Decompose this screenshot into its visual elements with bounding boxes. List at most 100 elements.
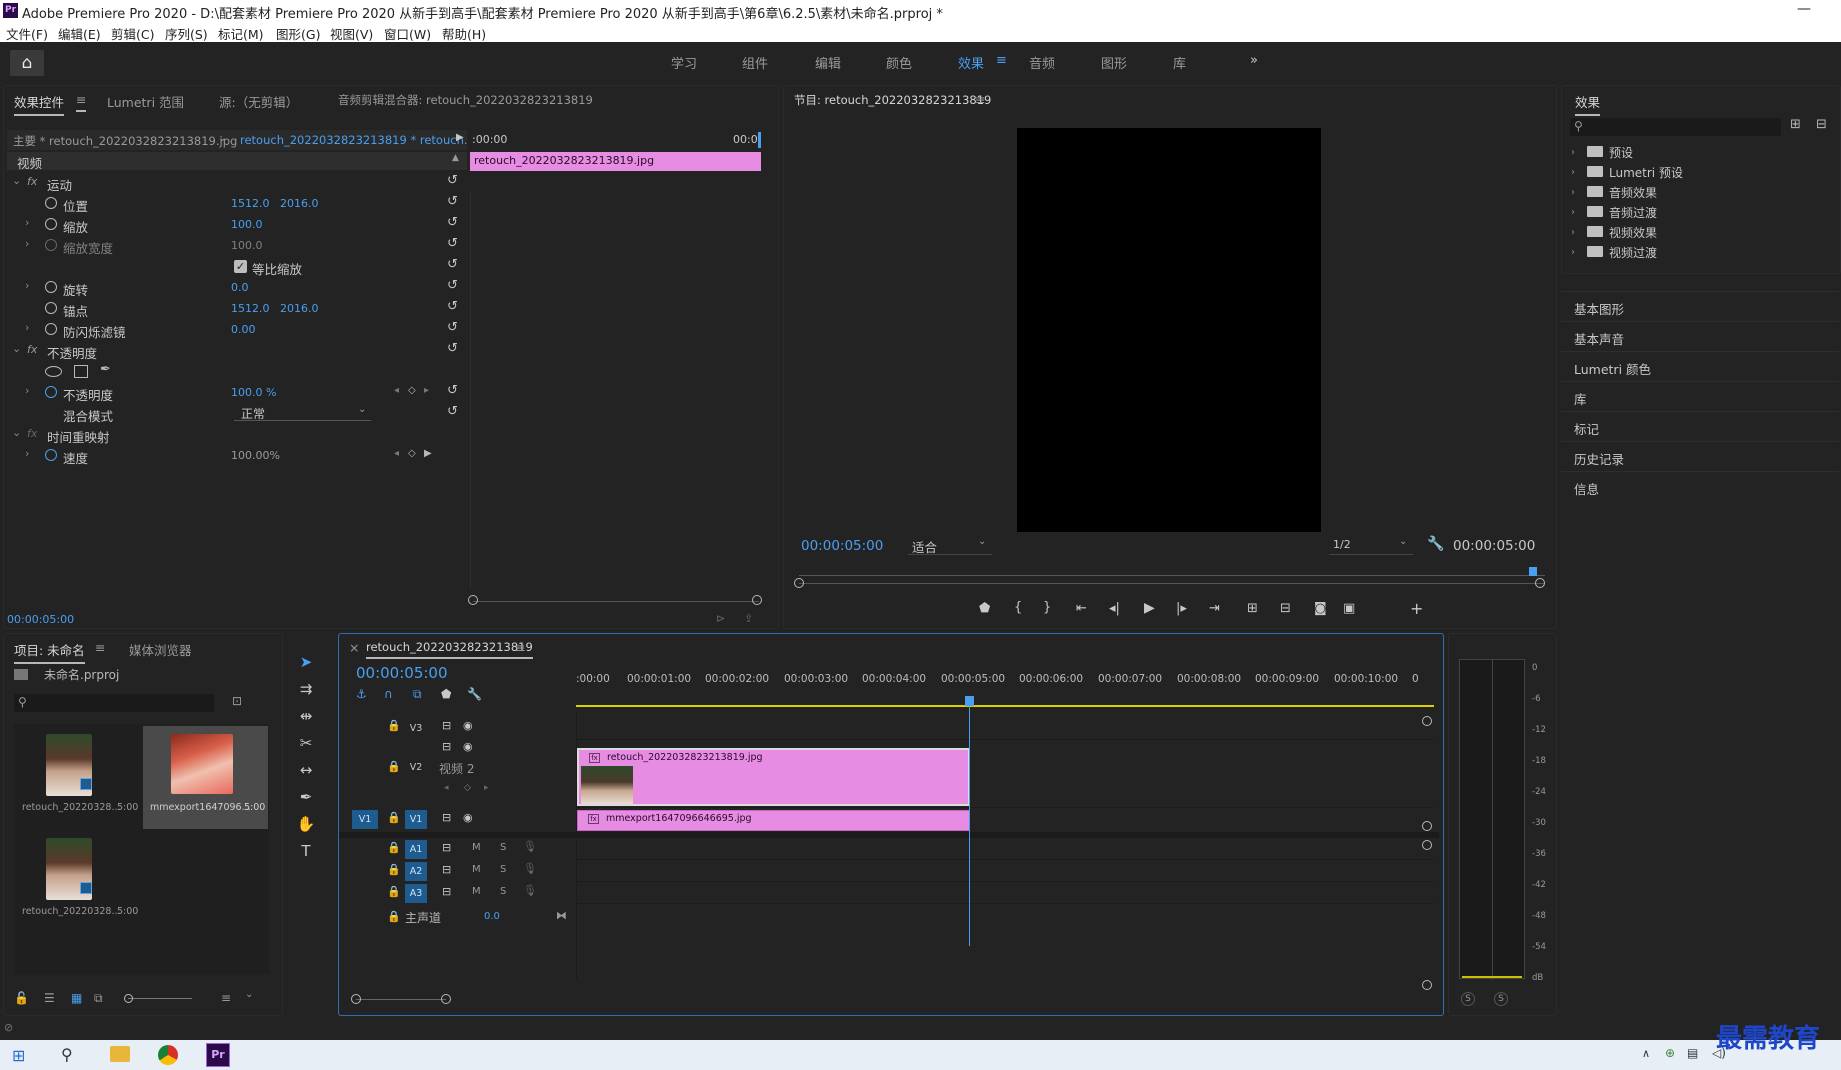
prev-keyframe-icon[interactable]: ◂ [394, 448, 399, 459]
add-marker-icon[interactable]: ⬟ [979, 601, 990, 616]
new-bin-icon[interactable]: ⊡ [232, 694, 242, 708]
section-essential-graphics[interactable]: 基本图形 [1561, 291, 1839, 318]
ec-current-time[interactable]: 00:00:05:00 [7, 613, 74, 626]
go-to-in-icon[interactable]: ⇤ [1076, 601, 1087, 616]
timeline-title[interactable]: retouch_2022032823213819 [366, 640, 533, 659]
add-keyframe-icon[interactable]: ◇ [408, 448, 416, 459]
lock-icon[interactable]: 🔒 [387, 811, 401, 824]
section-info[interactable]: 信息 [1561, 471, 1839, 498]
pen-mask-icon[interactable]: ✒ [100, 362, 111, 377]
sync-lock-icon[interactable]: ⊟ [442, 811, 451, 824]
effects-item-lumetri-presets[interactable]: Lumetri 预设 [1609, 164, 1683, 181]
workspace-editing[interactable]: 编辑 [815, 53, 841, 72]
lock-icon[interactable]: 🔒 [387, 863, 401, 876]
ec-zoom-scrollbar[interactable] [473, 601, 759, 602]
ec-export-icon[interactable]: ⇪ [744, 612, 753, 625]
razor-tool-icon[interactable]: ✂ [292, 732, 320, 754]
lock-icon[interactable]: 🔓 [14, 991, 29, 1005]
nest-icon[interactable]: ⚓ [356, 687, 367, 701]
timeline-playhead[interactable] [965, 696, 974, 706]
hand-tool-icon[interactable]: ✋ [292, 813, 320, 835]
effects-item-video-transitions[interactable]: 视频过渡 [1609, 244, 1657, 261]
chevron-right-icon[interactable]: › [25, 384, 29, 397]
solo-left-button[interactable]: S [1461, 992, 1475, 1006]
pen-tool-icon[interactable]: ✒ [292, 786, 320, 808]
blend-mode-dropdown[interactable]: 正常 ⌄ [234, 404, 371, 421]
track-a3-label[interactable]: A3 [405, 884, 427, 903]
menu-clip[interactable]: 剪辑(C) [111, 24, 154, 43]
reset-icon[interactable]: ↺ [447, 194, 458, 209]
sync-lock-icon[interactable]: ⊟ [442, 740, 451, 753]
timeline-timecode[interactable]: 00:00:05:00 [356, 664, 448, 682]
next-keyframe-icon[interactable]: ▸ [424, 385, 429, 396]
stopwatch-icon[interactable] [45, 218, 57, 230]
effects-panel-title[interactable]: 效果 [1575, 92, 1601, 116]
workspace-learn[interactable]: 学习 [671, 53, 697, 72]
v1-source-patch[interactable]: V1 [352, 810, 378, 829]
lock-icon[interactable]: 🔒 [387, 910, 401, 923]
reset-icon[interactable]: ↺ [447, 299, 458, 314]
workspace-assembly[interactable]: 组件 [742, 53, 768, 72]
workspace-audio[interactable]: 音频 [1029, 53, 1055, 72]
new-bin-icon[interactable]: ⊞ [1790, 117, 1801, 132]
chevron-right-icon[interactable]: › [1571, 187, 1575, 198]
tab-media-browser[interactable]: 媒体浏览器 [129, 640, 192, 659]
program-zoom-handle-left[interactable] [794, 578, 804, 588]
tab-lumetri-scopes[interactable]: Lumetri 范围 [107, 92, 184, 111]
slider-handle[interactable] [124, 994, 133, 1003]
workspace-menu-icon[interactable]: ≡ [996, 53, 1007, 68]
section-history[interactable]: 历史记录 [1561, 441, 1839, 468]
wrench-icon[interactable]: 🔧 [467, 687, 482, 701]
workspace-libraries[interactable]: 库 [1173, 53, 1186, 72]
menu-file[interactable]: 文件(F) [6, 24, 48, 43]
uniform-scale-checkbox[interactable]: ✓ [234, 260, 247, 273]
timeline-zoom-scrollbar[interactable] [356, 999, 446, 1000]
track-v3-label[interactable]: V3 [405, 719, 427, 738]
stopwatch-icon[interactable] [45, 302, 57, 314]
mark-out-icon[interactable]: } [1043, 600, 1051, 615]
project-item[interactable]: retouch_20220328... 5:00 [16, 726, 141, 829]
mark-in-icon[interactable]: { [1014, 600, 1022, 615]
effects-item-video-effects[interactable]: 视频效果 [1609, 224, 1657, 241]
menu-help[interactable]: 帮助(H) [442, 24, 486, 43]
resolution-dropdown[interactable]: 1/2 ⌄ [1329, 536, 1413, 555]
chevron-right-icon[interactable]: › [1571, 167, 1575, 178]
section-libraries[interactable]: 库 [1561, 381, 1839, 408]
menu-edit[interactable]: 编辑(E) [58, 24, 101, 43]
effects-item-presets[interactable]: 预设 [1609, 144, 1633, 161]
tab-project[interactable]: 项目: 未命名 [14, 640, 85, 664]
chevron-right-icon[interactable]: › [25, 447, 29, 460]
speed-value[interactable]: 100.00% [231, 449, 280, 462]
chevron-right-icon[interactable]: › [1571, 227, 1575, 238]
timeline-menu-icon[interactable]: ≡ [515, 640, 525, 655]
tray-app-icon[interactable]: ⊕ [1665, 1046, 1675, 1060]
icon-view-icon[interactable]: ▦ [71, 991, 82, 1005]
eye-icon[interactable]: ◉ [463, 811, 473, 824]
list-view-icon[interactable]: ☰ [44, 991, 55, 1005]
clip-v2[interactable]: fx retouch_2022032823213819.jpg [577, 748, 970, 806]
track-a2-label[interactable]: A2 [405, 862, 427, 881]
stopwatch-icon[interactable] [45, 281, 57, 293]
reset-icon[interactable]: ↺ [447, 215, 458, 230]
play-triangle-icon[interactable]: ▶ [456, 132, 464, 143]
home-icon[interactable]: ⌂ [10, 50, 44, 76]
fx-icon[interactable]: fx [27, 175, 37, 188]
video-scroll-handle[interactable] [1422, 821, 1432, 831]
menu-graphics[interactable]: 图形(G) [276, 24, 320, 43]
program-ruler[interactable] [799, 567, 1545, 579]
mute-button[interactable]: M [472, 842, 481, 853]
chevron-down-icon[interactable]: ⌄ [218, 133, 226, 144]
program-zoom-handle-right[interactable] [1535, 578, 1545, 588]
lift-icon[interactable]: ⊞ [1247, 601, 1258, 616]
search-icon[interactable]: ⚲ [61, 1045, 73, 1064]
play-icon[interactable]: ▶ [1144, 600, 1155, 616]
chevron-down-icon[interactable]: ⌄ [12, 174, 21, 187]
tab-effect-controls[interactable]: 效果控件 [14, 92, 65, 116]
add-button-icon[interactable]: + [1410, 599, 1423, 618]
video-scroll-handle[interactable] [1422, 716, 1432, 726]
add-marker-icon[interactable]: ⬟ [441, 687, 451, 701]
collapse-up-icon[interactable]: ▲ [452, 153, 459, 163]
prev-keyframe-icon[interactable]: ◂ [444, 783, 449, 793]
microphone-icon[interactable]: 🎙 [523, 862, 537, 875]
file-explorer-icon[interactable] [110, 1046, 130, 1062]
